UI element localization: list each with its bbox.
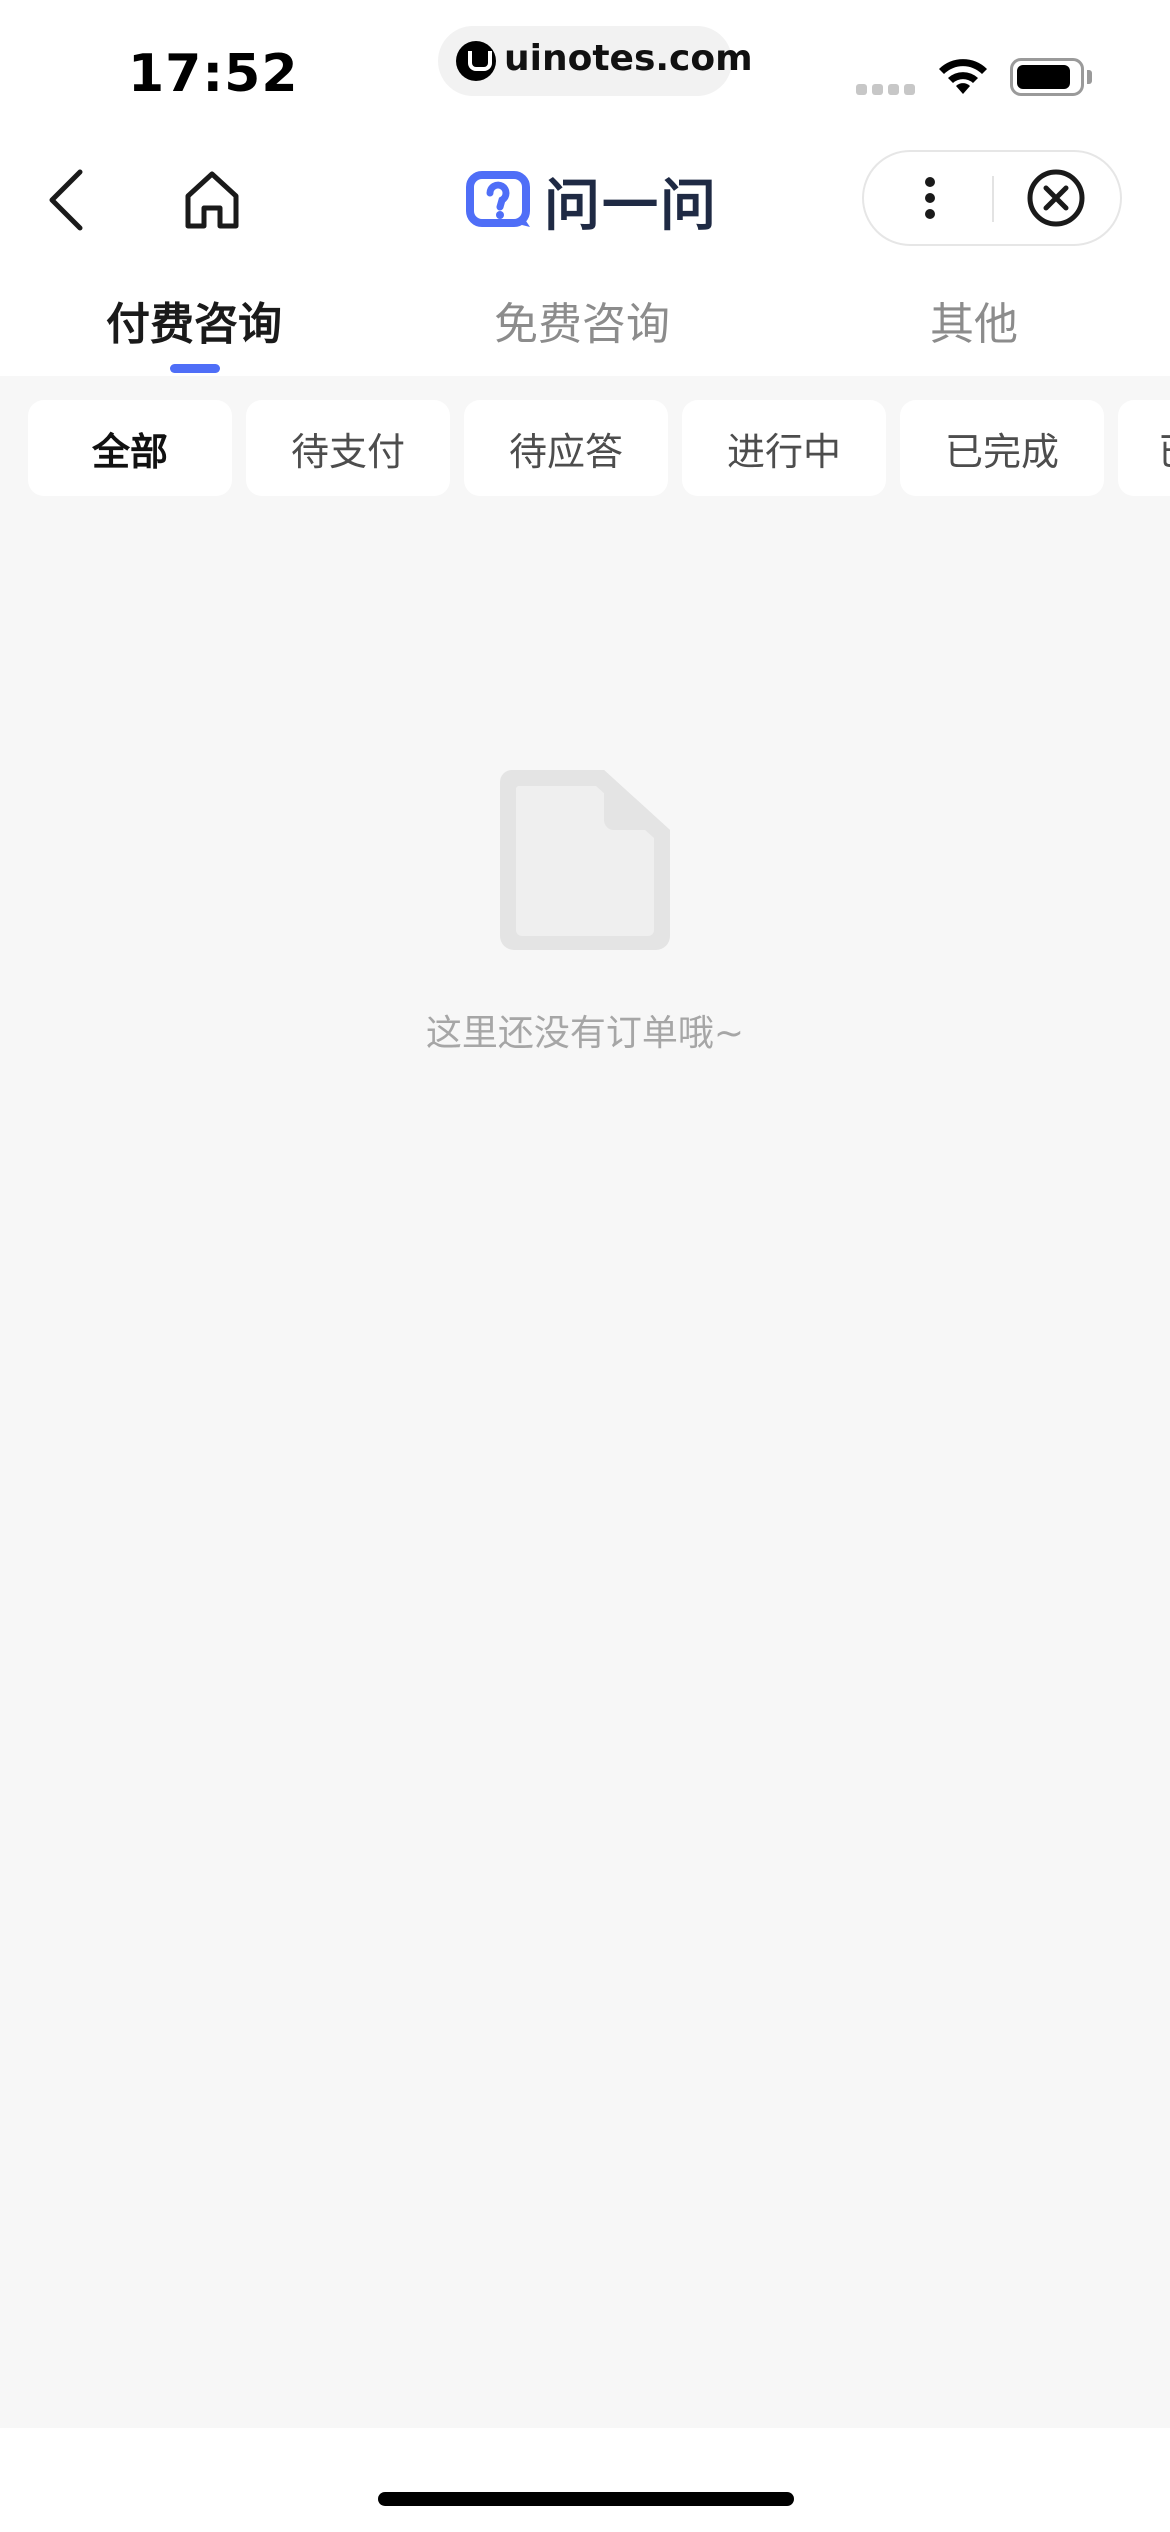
cellular-signal-icon: [856, 84, 916, 96]
empty-state-message: 这里还没有订单哦~: [425, 1013, 745, 1054]
filter-more[interactable]: 已: [1118, 400, 1170, 496]
filter-pending-payment[interactable]: 待支付: [246, 400, 450, 496]
url-pill[interactable]: uinotes.com: [438, 26, 753, 96]
filter-all[interactable]: 全部: [28, 400, 232, 496]
status-time: 17:52: [128, 44, 299, 104]
wifi-icon: [939, 59, 987, 94]
logo-text: 问一问: [544, 173, 718, 239]
filter-in-progress[interactable]: 进行中: [682, 400, 886, 496]
document-icon: [500, 770, 670, 950]
url-text: uinotes.com: [504, 38, 753, 79]
home-icon[interactable]: [172, 160, 252, 240]
question-bubble-icon: [466, 171, 530, 227]
more-vertical-icon[interactable]: [864, 152, 992, 244]
app-logo: 问一问: [466, 166, 718, 239]
site-logo-icon: [456, 41, 496, 81]
bottom-safe-area: [0, 2428, 1170, 2532]
close-circle-icon[interactable]: [994, 152, 1122, 244]
battery-icon: [1010, 58, 1084, 96]
chevron-left-icon[interactable]: [30, 160, 110, 240]
tab-free-consult[interactable]: 免费咨询: [494, 288, 670, 352]
tab-other[interactable]: 其他: [930, 288, 1018, 352]
home-indicator[interactable]: [378, 2492, 794, 2506]
battery-fill: [1017, 65, 1070, 89]
mini-program-capsule: [862, 150, 1122, 246]
filter-completed[interactable]: 已完成: [900, 400, 1104, 496]
consult-tabs: 付费咨询 免费咨询 其他: [0, 260, 1170, 376]
tab-paid-consult[interactable]: 付费咨询: [106, 288, 282, 352]
nav-bar: 问一问: [0, 140, 1170, 260]
active-tab-indicator: [170, 364, 220, 373]
filter-pending-answer[interactable]: 待应答: [464, 400, 668, 496]
order-status-filters: 全部 待支付 待应答 进行中 已完成 已: [0, 400, 1170, 500]
status-bar: 17:52 uinotes.com: [0, 0, 1170, 140]
battery-tip: [1087, 70, 1092, 84]
